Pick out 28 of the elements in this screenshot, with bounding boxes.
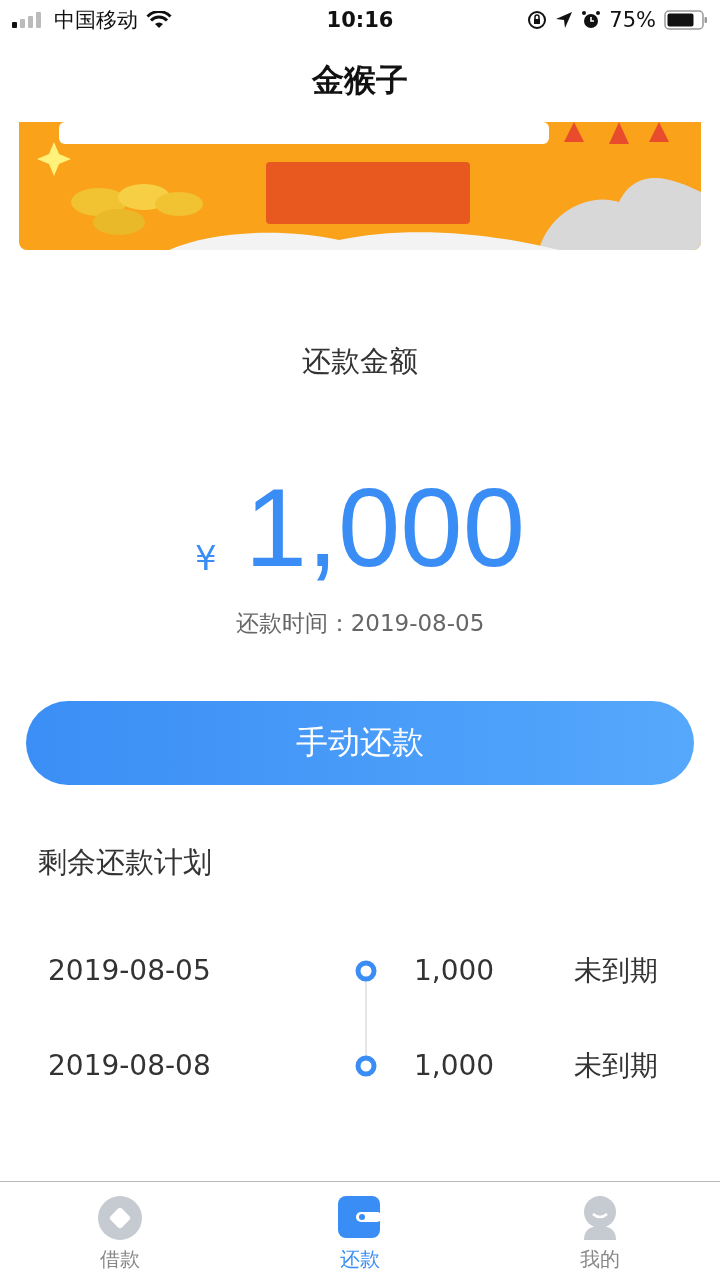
plan-status: 未到期 <box>574 1047 659 1084</box>
alarm-icon <box>581 10 602 30</box>
wallet-icon <box>338 1196 382 1240</box>
amount-value: 1,000 <box>244 472 525 584</box>
page-title: 金猴子 <box>312 60 408 101</box>
clock-time: 10:16 <box>325 8 395 32</box>
amount-label: 还款金额 <box>301 343 419 380</box>
wifi-icon <box>146 11 172 29</box>
diamond-coin-icon <box>98 1196 142 1240</box>
rotation-lock-icon <box>527 10 548 30</box>
battery-icon <box>664 10 708 30</box>
tab[interactable]: 还款 <box>240 1186 480 1280</box>
timeline-dot-icon <box>355 959 377 982</box>
plan-date: 2019-08-05 <box>47 954 212 987</box>
carrier-name: 中国移动 <box>54 7 138 34</box>
plan-amount: 1,000 <box>414 954 496 987</box>
plan-date: 2019-08-08 <box>47 1049 212 1082</box>
plan-amount: 1,000 <box>414 1049 496 1082</box>
tab[interactable]: 我的 <box>480 1186 720 1280</box>
currency-symbol: ¥ <box>195 538 217 578</box>
tab[interactable]: 借款 <box>0 1186 240 1280</box>
repay-button[interactable]: 手动还款 <box>26 701 694 785</box>
location-icon <box>555 11 574 29</box>
plan-title: 剩余还款计划 <box>38 844 213 881</box>
battery-percent: 75% <box>609 8 656 32</box>
due-date: 还款时间：2019-08-05 <box>234 609 486 638</box>
timeline-dot-icon <box>355 1054 377 1077</box>
plan-status: 未到期 <box>574 952 659 989</box>
